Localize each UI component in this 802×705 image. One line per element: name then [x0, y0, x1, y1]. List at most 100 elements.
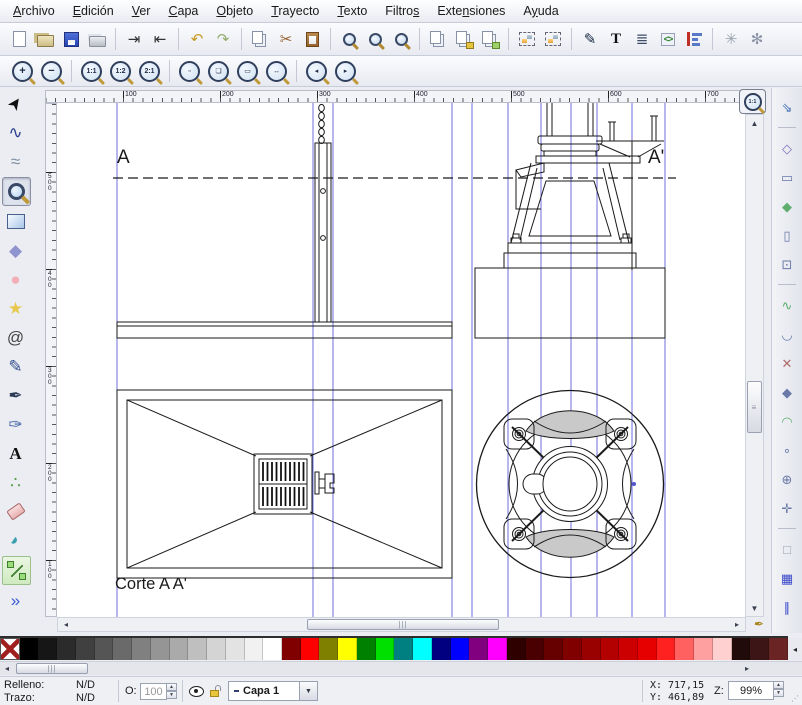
ellipse-tool[interactable]: ● — [2, 266, 29, 293]
palette-swatch[interactable] — [601, 638, 620, 660]
resize-grip[interactable]: ⋰ — [791, 694, 800, 703]
zoom-tool[interactable] — [2, 177, 31, 206]
more-tools-button[interactable]: » — [2, 587, 29, 614]
palette-swatch[interactable] — [638, 638, 657, 660]
unlink-clone-button[interactable] — [478, 27, 502, 51]
bezier-pen-tool[interactable]: ✒ — [2, 382, 29, 409]
eraser-tool[interactable] — [2, 498, 29, 525]
new-document-button[interactable] — [7, 27, 31, 51]
menu-ver[interactable]: Ver — [123, 1, 160, 21]
cut-button[interactable]: ✂ — [274, 27, 298, 51]
palette-scrollbar-right-arrow[interactable]: ▸ — [742, 662, 752, 675]
snap-nodes-toggle[interactable]: ∿ — [775, 294, 799, 316]
snap-bbox-edges-toggle[interactable]: ▭ — [775, 166, 799, 188]
horizontal-scrollbar-thumb[interactable]: ||| — [307, 619, 499, 630]
palette-swatch[interactable] — [76, 638, 95, 660]
palette-swatch[interactable] — [694, 638, 713, 660]
palette-swatch[interactable] — [132, 638, 151, 660]
import-button[interactable]: ⇥ — [122, 27, 146, 51]
copy-button[interactable] — [248, 27, 272, 51]
palette-swatch[interactable] — [20, 638, 39, 660]
tweak-tool[interactable]: ≈ — [2, 148, 29, 175]
snap-paths-toggle[interactable]: ◡ — [775, 323, 799, 345]
layers-dialog-button[interactable]: ≣ — [630, 27, 654, 51]
palette-swatch[interactable] — [57, 638, 76, 660]
zoom-page-width-button[interactable]: ↔ — [266, 61, 287, 82]
palette-swatch[interactable] — [413, 638, 432, 660]
palette-scrollbar-left-arrow[interactable]: ◂ — [2, 662, 12, 675]
palette-swatch[interactable] — [357, 638, 376, 660]
layer-visibility-toggle[interactable] — [189, 686, 204, 697]
opacity-spinner[interactable]: ▲▼ — [166, 683, 177, 699]
opacity-input[interactable]: 100 — [140, 683, 167, 700]
palette-swatch[interactable] — [675, 638, 694, 660]
preferences-button[interactable]: ✳ — [719, 27, 743, 51]
duplicate-button[interactable] — [426, 27, 450, 51]
box3d-tool[interactable]: ◆ — [2, 237, 29, 264]
palette-no-color[interactable] — [0, 638, 20, 660]
palette-swatch[interactable] — [338, 638, 357, 660]
snap-bbox-toggle[interactable]: ◇ — [775, 137, 799, 159]
palette-swatch[interactable] — [207, 638, 226, 660]
palette-swatch[interactable] — [750, 638, 769, 660]
menu-trayecto[interactable]: Trayecto — [262, 1, 328, 21]
palette-swatch[interactable] — [488, 638, 507, 660]
text-dialog-button[interactable]: T — [604, 27, 628, 51]
snap-object-centers-toggle[interactable]: ⊕ — [775, 468, 799, 490]
palette-swatch[interactable] — [188, 638, 207, 660]
snap-bbox-corners-toggle[interactable]: ◆ — [775, 195, 799, 217]
zoom-next-button[interactable]: ▸ — [335, 61, 356, 82]
palette-swatch[interactable] — [376, 638, 395, 660]
spray-tool[interactable]: ∴ — [2, 469, 29, 496]
menu-ayuda[interactable]: Ayuda — [514, 1, 567, 21]
calligraphy-tool[interactable]: ✑ — [2, 411, 29, 438]
horizontal-scrollbar[interactable]: ◂ ||| ▸ — [57, 617, 746, 632]
palette-swatch[interactable] — [226, 638, 245, 660]
fill-value[interactable]: N/D — [76, 679, 95, 691]
zoom-drawing-button[interactable]: ❏ — [208, 61, 229, 82]
align-distribute-button[interactable] — [682, 27, 706, 51]
vertical-scrollbar-thumb[interactable]: ≡ — [747, 381, 762, 433]
menu-edición[interactable]: Edición — [64, 1, 123, 21]
snap-bbox-centers-toggle[interactable]: ⊡ — [775, 253, 799, 275]
palette-swatch[interactable] — [619, 638, 638, 660]
palette-swatch[interactable] — [151, 638, 170, 660]
menu-capa[interactable]: Capa — [159, 1, 207, 21]
layer-selector[interactable]: Capa 1 ▼ — [228, 681, 318, 701]
zoom-spinner[interactable]: ▲▼ — [773, 681, 784, 697]
scroll-up-arrow[interactable]: ▲ — [746, 117, 763, 129]
save-document-button[interactable] — [59, 27, 83, 51]
zoom-previous-button[interactable]: ◂ — [306, 61, 327, 82]
zoom-1-1-button[interactable]: 1:1 — [81, 61, 102, 82]
print-button[interactable] — [85, 27, 109, 51]
menu-extensiones[interactable]: Extensiones — [428, 1, 514, 21]
snap-path-intersections-toggle[interactable]: ✕ — [775, 352, 799, 374]
menu-texto[interactable]: Texto — [328, 1, 376, 21]
snap-bbox-midpoints-toggle[interactable]: ▯ — [775, 224, 799, 246]
selector-tool[interactable]: ➤ — [2, 90, 29, 117]
scroll-right-arrow[interactable]: ▸ — [731, 618, 743, 631]
ungroup-objects-button[interactable] — [541, 27, 565, 51]
star-tool[interactable]: ★ — [2, 295, 29, 322]
export-button[interactable]: ⇤ — [148, 27, 172, 51]
palette-swatch[interactable] — [113, 638, 132, 660]
snap-guides-toggle[interactable]: ∥ — [775, 596, 799, 618]
palette-scrollbar-thumb[interactable]: ||| — [16, 663, 88, 674]
palette-swatch[interactable] — [282, 638, 301, 660]
text-tool[interactable]: A — [2, 440, 29, 467]
palette-swatch[interactable] — [732, 638, 751, 660]
zoom-input[interactable]: 99% — [728, 681, 774, 700]
vertical-scrollbar[interactable]: ▲ ≡ ▼ — [745, 114, 764, 617]
palette-swatch[interactable] — [507, 638, 526, 660]
spiral-tool[interactable]: @ — [2, 324, 29, 351]
zoom-in-button[interactable]: + — [12, 61, 33, 82]
zoom-selection-button[interactable] — [337, 27, 361, 51]
palette-swatch[interactable] — [769, 638, 788, 660]
palette-swatch[interactable] — [95, 638, 114, 660]
palette-swatch[interactable] — [657, 638, 676, 660]
pencil-tool[interactable]: ✎ — [2, 353, 29, 380]
menu-filtros[interactable]: Filtros — [376, 1, 428, 21]
palette-swatch[interactable] — [245, 638, 264, 660]
zoom-drawing-button[interactable] — [363, 27, 387, 51]
snap-midpoints-toggle[interactable]: ∘ — [775, 439, 799, 461]
